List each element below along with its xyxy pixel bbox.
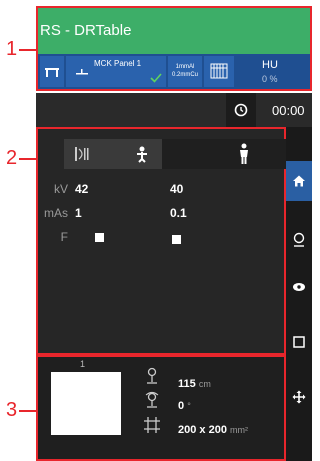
table-icon (45, 68, 59, 77)
filter-cu: 0.2mmCu (171, 72, 198, 78)
person-icon (240, 143, 248, 164)
clock-icon (234, 103, 248, 117)
grid-button[interactable] (204, 56, 234, 87)
move-button[interactable] (286, 377, 312, 417)
mas-value-1[interactable]: 1 (75, 206, 82, 220)
person-outline-icon (293, 232, 305, 247)
callout-1: 1 (6, 38, 18, 60)
field-size-icon (144, 417, 160, 433)
tab-detector-child[interactable] (64, 139, 162, 169)
angle-value: 0 (178, 400, 185, 412)
sid-readout: 115 cm (178, 378, 211, 390)
timer-bar: 00:00 (36, 93, 312, 127)
hu-value: 0 % (262, 74, 278, 84)
title-bar[interactable]: RS - DRTable (38, 8, 310, 54)
angle-unit: ° (187, 401, 191, 411)
right-sidebar (286, 127, 312, 461)
callout-1-line (19, 49, 36, 51)
angle-icon (145, 391, 159, 408)
timer-value: 00:00 (272, 103, 305, 118)
sid-icon (147, 367, 157, 384)
detector-panel-name: MCK Panel 1 (94, 59, 142, 68)
patient-position-button[interactable] (286, 220, 312, 260)
hu-label: HU (262, 59, 278, 71)
callout-3: 3 (6, 399, 18, 421)
mas-value-2[interactable]: 0.1 (170, 206, 187, 220)
tab-adult[interactable] (162, 139, 286, 169)
callout-2-line (19, 158, 36, 160)
focus-checkbox-2[interactable] (172, 235, 181, 244)
callout-2: 2 (6, 147, 18, 169)
info-bar: MCK Panel 1 1mmAl 0.2mmCu HU 0 % (38, 54, 310, 89)
angle-readout: 0 ° (178, 400, 191, 412)
image-number: 1 (80, 359, 86, 369)
check-icon (150, 73, 162, 83)
home-button[interactable] (286, 161, 312, 201)
filter-button[interactable]: 1mmAl 0.2mmCu (168, 56, 202, 87)
view-button[interactable] (286, 267, 312, 307)
exposure-tabs (64, 139, 286, 169)
field-size-readout: 200 x 200 mm² (178, 424, 248, 436)
home-icon (293, 175, 305, 187)
child-icon (137, 146, 147, 163)
filter-al: 1mmAl (175, 64, 195, 70)
callout-3-line (19, 410, 36, 412)
procedure-title: RS - DRTable (40, 22, 132, 39)
image-section: 1 115 cm 0 ° 200 x 200 mm² (36, 355, 286, 461)
kv-value-2[interactable]: 40 (170, 182, 183, 196)
move-icon (292, 390, 306, 404)
grid-icon (210, 63, 228, 79)
focus-checkbox-1[interactable] (95, 233, 104, 242)
timer-button[interactable] (226, 93, 256, 127)
field-size-value: 200 x 200 (178, 424, 227, 436)
sid-value: 115 (178, 378, 196, 390)
image-thumbnail[interactable] (51, 372, 121, 435)
kv-value-1[interactable]: 42 (75, 182, 88, 196)
mas-label: mAs (44, 206, 68, 220)
field-size-unit: mm² (230, 425, 248, 435)
eye-icon (293, 283, 305, 291)
focus-label: F (60, 230, 68, 244)
filter-text: 1mmAl 0.2mmCu (170, 63, 200, 79)
sid-unit: cm (198, 379, 211, 389)
collimator-icon (75, 147, 89, 161)
collimation-button[interactable] (286, 322, 312, 362)
table-button[interactable] (40, 56, 64, 87)
header-section: RS - DRTable MCK Panel 1 1mmAl 0.2mmCu H… (36, 6, 312, 91)
detector-panel-button[interactable]: MCK Panel 1 (66, 56, 166, 87)
square-icon (293, 336, 305, 348)
exposure-section: kV 42 40 mAs 1 0.1 F (36, 127, 286, 355)
kv-label: kV (53, 182, 68, 196)
